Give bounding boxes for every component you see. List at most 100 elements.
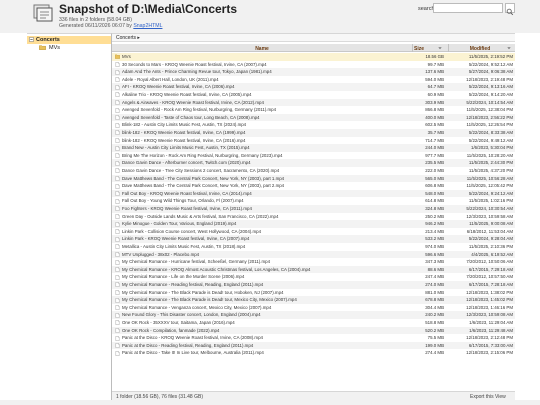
file-name[interactable]: Panic at the Disco - Reading festival, R… bbox=[122, 343, 410, 348]
file-row[interactable]: My Chemical Romance - Life on the Murder… bbox=[112, 273, 515, 281]
file-row[interactable]: My Chemical Romance - Venganza concert, … bbox=[112, 304, 515, 312]
file-name[interactable]: Metallica - Austin City Limits Music Fes… bbox=[122, 244, 410, 249]
file-name[interactable]: Alkaline Trio - KROQ Weenie Roast festiv… bbox=[122, 92, 410, 97]
file-name[interactable]: One OK Rock - 35XXXV tour, Saitama, Japa… bbox=[122, 320, 410, 325]
file-row[interactable]: Panic at the Disco - Take It! In Live to… bbox=[112, 349, 515, 357]
file-row[interactable]: Dave Matthews Band - The Central Park Co… bbox=[112, 174, 515, 183]
file-name[interactable]: Blink-182 - Austin City Limits Music Fes… bbox=[122, 122, 410, 127]
file-row[interactable]: Linkin Park - Collision Course concert, … bbox=[112, 228, 515, 236]
search-button[interactable] bbox=[505, 3, 515, 16]
file-row[interactable]: My Chemical Romance - The Black Parade i… bbox=[112, 289, 515, 297]
file-name[interactable]: Fall Out Boy - KROQ Weenie Roast festiva… bbox=[122, 191, 410, 196]
column-divider bbox=[412, 44, 413, 52]
file-size: 614.8 MB bbox=[425, 198, 444, 204]
file-name[interactable]: Linkin Park - Collision Course concert, … bbox=[122, 229, 410, 234]
file-name[interactable]: MTV Unplugged - 38x02 - Placebo.mp4 bbox=[122, 252, 410, 257]
tree-item-concerts[interactable]: Concerts bbox=[27, 36, 111, 44]
file-name[interactable]: blink-182 - KROQ Weenie Roast festival, … bbox=[122, 138, 410, 143]
file-name[interactable]: Fall Out Boy - Young Wild Things Tour, O… bbox=[122, 198, 410, 203]
file-row[interactable]: Dave Matthews Band - The Central Park Co… bbox=[112, 182, 515, 190]
file-row[interactable]: Bring Me The Horizon - Rock Am Ring Fest… bbox=[112, 152, 515, 160]
file-row[interactable]: Fall Out Boy - KROQ Weenie Roast festiva… bbox=[112, 189, 515, 198]
breadcrumb-item-concerts[interactable]: Concerts ▸ bbox=[116, 35, 140, 41]
file-name[interactable]: Dance Gavin Dance - Afterburner concert,… bbox=[122, 160, 410, 165]
file-row[interactable]: Fall Out Boy - Young Wild Things Tour, O… bbox=[112, 197, 515, 205]
file-name[interactable]: AFI - KROQ Weenie Roast festival, Irvine… bbox=[122, 84, 410, 89]
file-name[interactable]: Foo Fighters - KROQ Weenie Roast festiva… bbox=[122, 206, 410, 211]
file-row[interactable]: Adele - Royal Albert Hall, London, UK (2… bbox=[112, 76, 515, 84]
page-title: Snapshot of D:\Media\Concerts bbox=[59, 2, 238, 16]
file-name[interactable]: Green Day - Outside Lands Music & Arts f… bbox=[122, 214, 410, 219]
file-name[interactable]: Adam And The Ants - Prince Charming Revu… bbox=[122, 69, 410, 74]
file-name[interactable]: Dave Matthews Band - The Central Park Co… bbox=[122, 176, 410, 181]
file-name[interactable]: Panic at the Disco - Take It! In Live to… bbox=[122, 350, 410, 355]
file-name[interactable]: My Chemical Romance - Life on the Murder… bbox=[122, 274, 410, 279]
file-size: 35.7 MB bbox=[427, 130, 444, 135]
file-row[interactable]: My Chemical Romance - KROQ Almost Acoust… bbox=[112, 265, 515, 274]
file-name[interactable]: blink-182 - KROQ Weenie Roast festival, … bbox=[122, 130, 410, 135]
file-name[interactable]: My Chemical Romance - The Black Parade i… bbox=[122, 290, 410, 295]
file-name[interactable]: New Found Glory - This Disaster concert,… bbox=[122, 312, 410, 317]
search-input[interactable] bbox=[433, 3, 503, 13]
file-name[interactable]: My Chemical Romance - KROQ Almost Acoust… bbox=[122, 267, 410, 272]
file-name[interactable]: MVs bbox=[122, 54, 410, 59]
file-name[interactable]: Avenged Sevenfold - Rock Am Ring festiva… bbox=[122, 107, 410, 112]
folder-row[interactable]: MVs 18.56 GB 11/5/2025, 2:19:52 PM bbox=[112, 53, 515, 61]
file-row[interactable]: Kylie Minogue - Golden Tour, Various, En… bbox=[112, 220, 515, 228]
file-row[interactable]: Avenged Sevenfold - Rock Am Ring festiva… bbox=[112, 106, 515, 114]
file-row[interactable]: Angels & Airwaves - KROQ Weenie Roast fe… bbox=[112, 98, 515, 107]
file-list-pane: Concerts ▸ Name Size Modified MVs 18.56 G… bbox=[112, 33, 515, 400]
file-name[interactable]: Angels & Airwaves - KROQ Weenie Roast fe… bbox=[122, 100, 410, 105]
file-row[interactable]: Linkin Park - KROQ Weenie Roast festival… bbox=[112, 235, 515, 243]
file-row[interactable]: Panic at the Disco - Reading festival, R… bbox=[112, 341, 515, 350]
file-name[interactable]: Linkin Park - KROQ Weenie Roast festival… bbox=[122, 236, 410, 241]
file-size: 213.4 MB bbox=[425, 228, 444, 234]
file-row[interactable]: Alkaline Trio - KROQ Weenie Roast festiv… bbox=[112, 91, 515, 99]
file-name[interactable]: Dave Matthews Band - The Central Park Co… bbox=[122, 183, 410, 188]
file-row[interactable]: Dance Gavin Dance - Tree City Sessions 2… bbox=[112, 167, 515, 175]
file-row[interactable]: One OK Rock - 35XXXV tour, Saitama, Japa… bbox=[112, 319, 515, 327]
file-row[interactable]: AFI - KROQ Weenie Roast festival, Irvine… bbox=[112, 83, 515, 91]
file-row[interactable]: My Chemical Romance - The Black Parade i… bbox=[112, 296, 515, 304]
file-row[interactable]: MTV Unplugged - 38x02 - Placebo.mp4 596.6… bbox=[112, 250, 515, 259]
file-row[interactable]: Foo Fighters - KROQ Weenie Roast festiva… bbox=[112, 205, 515, 213]
file-name[interactable]: My Chemical Romance - Hurricane festival… bbox=[122, 259, 410, 264]
file-name[interactable]: My Chemical Romance - The Black Parade i… bbox=[122, 297, 410, 302]
file-row[interactable]: blink-182 - KROQ Weenie Roast festival, … bbox=[112, 137, 515, 145]
file-row[interactable]: Avenged Sevenfold - Taste of Chaos tour,… bbox=[112, 113, 515, 122]
file-name[interactable]: Bring Me The Horizon - Rock Am Ring Fest… bbox=[122, 153, 410, 158]
file-row[interactable]: Dance Gavin Dance - Afterburner concert,… bbox=[112, 159, 515, 167]
file-name[interactable]: Adele - Royal Albert Hall, London, UK (2… bbox=[122, 77, 410, 82]
file-name[interactable]: My Chemical Romance - Reading festival, … bbox=[122, 282, 410, 287]
generator-link[interactable]: Snap2HTML bbox=[133, 23, 162, 29]
file-icon bbox=[115, 312, 120, 318]
file-name[interactable]: Avenged Sevenfold - Taste of Chaos tour,… bbox=[122, 115, 410, 120]
file-name[interactable]: Panic at the Disco - KROQ Weenie Roast f… bbox=[122, 335, 410, 340]
file-name[interactable]: My Chemical Romance - Venganza concert, … bbox=[122, 305, 410, 310]
file-row[interactable]: Panic at the Disco - KROQ Weenie Roast f… bbox=[112, 334, 515, 342]
collapse-icon[interactable] bbox=[29, 37, 34, 42]
file-row[interactable]: New Found Glory - This Disaster concert,… bbox=[112, 311, 515, 319]
file-row[interactable]: 30 Seconds to Mars - KROQ Weenie Roast f… bbox=[112, 61, 515, 69]
file-row[interactable]: My Chemical Romance - Hurricane festival… bbox=[112, 258, 515, 266]
file-row[interactable]: Adam And The Ants - Prince Charming Revu… bbox=[112, 68, 515, 76]
file-name[interactable]: One OK Rock - Compilation, fanmade (2022… bbox=[122, 328, 410, 333]
file-row[interactable]: blink-182 - KROQ Weenie Roast festival, … bbox=[112, 129, 515, 137]
column-header-size[interactable]: Size bbox=[414, 46, 438, 52]
file-modified: 12/18/2023, 1:38:02 PM bbox=[466, 289, 513, 295]
file-row[interactable]: Green Day - Outside Lands Music & Arts f… bbox=[112, 213, 515, 221]
file-row[interactable]: Blink-182 - Austin City Limits Music Fes… bbox=[112, 121, 515, 129]
file-row[interactable]: Metallica - Austin City Limits Music Fes… bbox=[112, 243, 515, 251]
file-name[interactable]: Dance Gavin Dance - Tree City Sessions 2… bbox=[122, 168, 410, 173]
column-header-name[interactable]: Name bbox=[112, 46, 412, 52]
file-row[interactable]: My Chemical Romance - Reading festival, … bbox=[112, 281, 515, 289]
file-modified: 12/18/2023, 2:15:06 PM bbox=[466, 350, 513, 356]
tree-item-mvs[interactable]: MVs bbox=[39, 44, 99, 52]
file-row[interactable]: One OK Rock - Compilation, fanmade (2022… bbox=[112, 326, 515, 335]
file-name[interactable]: Brand New - Austin City Limits Music Fes… bbox=[122, 145, 410, 150]
file-name[interactable]: Kylie Minogue - Golden Tour, Various, En… bbox=[122, 221, 410, 226]
file-modified: 11/5/2025, 4:37:20 PM bbox=[468, 168, 513, 173]
file-row[interactable]: Brand New - Austin City Limits Music Fes… bbox=[112, 144, 515, 152]
column-header-modified[interactable]: Modified bbox=[449, 46, 511, 52]
file-name[interactable]: 30 Seconds to Mars - KROQ Weenie Roast f… bbox=[122, 62, 410, 67]
